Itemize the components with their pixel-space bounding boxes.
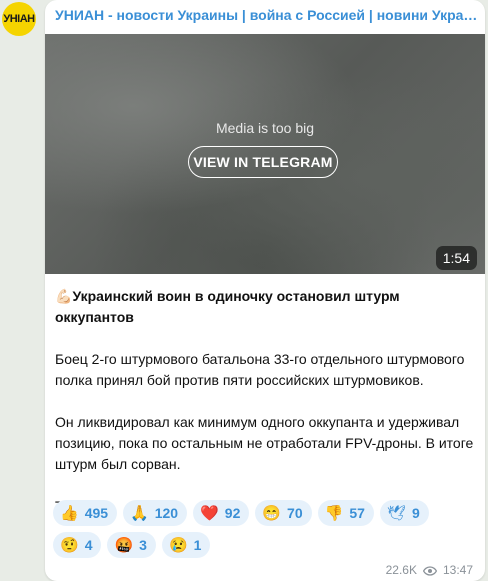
channel-avatar[interactable]: УНІАН xyxy=(2,2,36,36)
message-time: 13:47 xyxy=(442,563,473,577)
dove-icon: 🕊 xyxy=(386,504,406,522)
eye-icon xyxy=(422,565,438,576)
reaction-cry[interactable]: 😢 1 xyxy=(161,532,211,558)
praying-hands-icon: 🙏 xyxy=(130,504,149,522)
raised-eyebrow-face-icon: 🤨 xyxy=(60,536,79,554)
reaction-dove[interactable]: 🕊 9 xyxy=(379,500,429,526)
grinning-face-icon: 😁 xyxy=(262,504,282,522)
crying-face-icon: 😢 xyxy=(168,536,188,554)
reaction-count: 495 xyxy=(84,505,109,521)
post-paragraph-2: Он ликвидировал как минимум одного оккуп… xyxy=(55,414,474,472)
reaction-grin[interactable]: 😁 70 xyxy=(255,500,312,526)
post-text: 💪🏻Украинский воин в одиночку остановил ш… xyxy=(55,286,477,517)
muscle-emoji-icon: 💪🏻 xyxy=(55,288,73,304)
message-bubble: УНИАН - новости Украины | война с Россие… xyxy=(45,0,485,581)
media-too-big-notice: Media is too big xyxy=(215,120,315,136)
view-count: 22.6K xyxy=(385,563,417,577)
reaction-count: 3 xyxy=(139,537,147,553)
reaction-thumbs-up[interactable]: 👍 495 xyxy=(53,500,118,526)
reaction-count: 1 xyxy=(193,537,202,553)
reaction-thumbs-down[interactable]: 👎 57 xyxy=(317,500,374,526)
post-headline: 💪🏻Украинский воин в одиночку остановил ш… xyxy=(55,286,477,328)
reactions-bar: 👍 495 🙏 120 ❤️ 92 😁 70 👎 57 🕊 9 🤨 4 🤬 3 😢 1 xyxy=(53,500,483,558)
reaction-heart[interactable]: ❤️ 92 xyxy=(193,500,250,526)
thumbs-up-icon: 👍 xyxy=(60,504,79,522)
reaction-raised-eyebrow[interactable]: 🤨 4 xyxy=(53,532,102,558)
reaction-count: 120 xyxy=(154,505,179,521)
view-in-telegram-button[interactable]: VIEW IN TELEGRAM xyxy=(188,146,338,178)
reaction-count: 70 xyxy=(287,505,303,521)
heart-icon: ❤️ xyxy=(200,504,219,522)
post-paragraph-1: Боец 2-го штурмового батальона 33-го отд… xyxy=(55,351,465,388)
reaction-count: 57 xyxy=(349,505,365,521)
angry-face-icon: 🤬 xyxy=(114,536,134,554)
thumbs-down-icon: 👎 xyxy=(324,504,344,522)
reaction-count: 4 xyxy=(84,537,93,553)
channel-title[interactable]: УНИАН - новости Украины | война с Россие… xyxy=(55,7,480,23)
video-preview[interactable]: Media is too big VIEW IN TELEGRAM 1:54 xyxy=(45,34,485,274)
video-duration-badge: 1:54 xyxy=(435,246,477,270)
reaction-count: 92 xyxy=(224,505,241,521)
reaction-pray[interactable]: 🙏 120 xyxy=(123,500,188,526)
message-meta: 22.6K 13:47 xyxy=(386,563,473,577)
reaction-angry[interactable]: 🤬 3 xyxy=(107,532,156,558)
post-headline-text: Украинский воин в одиночку остановил шту… xyxy=(55,288,400,325)
reaction-count: 9 xyxy=(411,505,420,521)
